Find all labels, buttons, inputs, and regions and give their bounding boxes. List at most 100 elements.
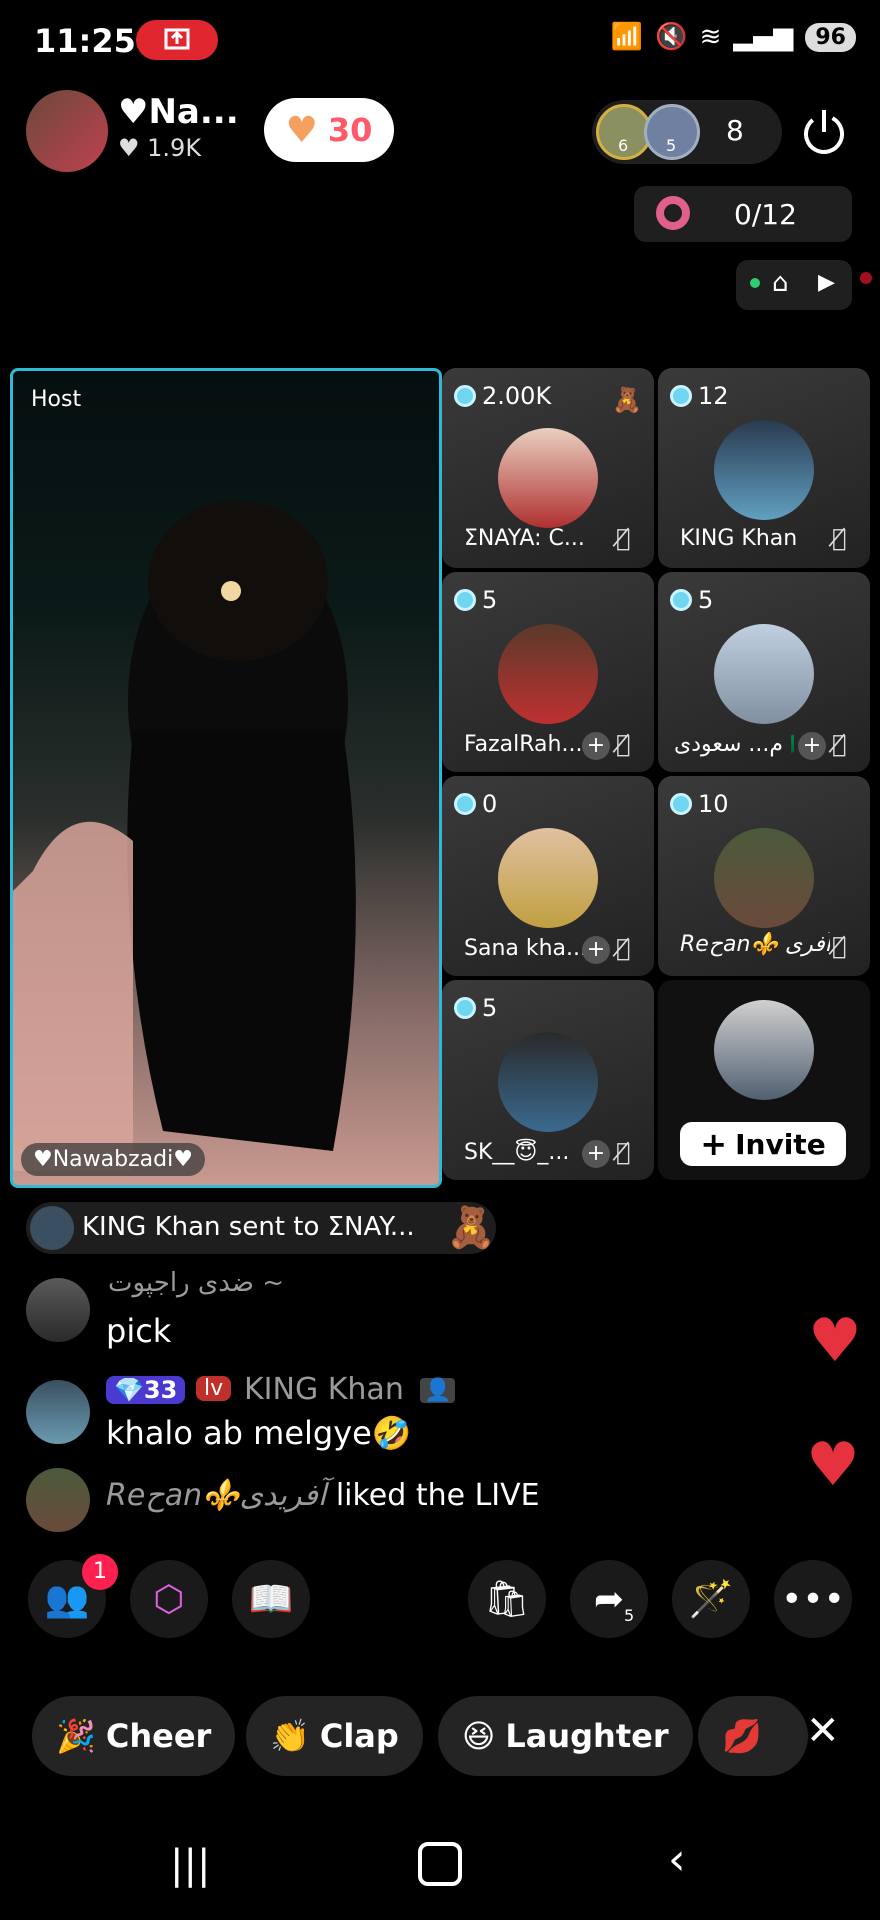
person-badge-icon: 👤 — [420, 1378, 456, 1403]
book-icon[interactable]: 📖 — [232, 1560, 310, 1638]
lips-icon: 💋 — [722, 1717, 762, 1755]
follow-button[interactable]: ♥ 30 — [264, 98, 394, 162]
host-avatar[interactable] — [26, 90, 108, 172]
donut-icon — [656, 196, 690, 230]
guest-coins: 5 — [482, 586, 498, 614]
magic-wand-icon[interactable]: 🪄 — [672, 1560, 750, 1638]
guest-avatar — [498, 624, 598, 724]
guest-tile[interactable]: 5 SK__😇_... + 🎙̸ — [442, 980, 654, 1180]
back-icon[interactable]: ‹ — [668, 1834, 686, 1885]
mic-muted-icon: 🎙̸ — [616, 1138, 631, 1166]
coin-icon — [454, 589, 476, 611]
host-video-image — [13, 501, 356, 1171]
gift-sender-avatar — [30, 1206, 74, 1250]
mic-muted-icon: 🎙̸ — [616, 730, 631, 758]
bear-sticker-icon: 🧸 — [612, 386, 642, 414]
add-icon[interactable]: + — [582, 732, 610, 760]
guest-name: SK__😇_... — [464, 1140, 570, 1165]
guest-avatar — [498, 828, 598, 928]
chat-avatar[interactable] — [26, 1278, 90, 1342]
chat-avatar[interactable] — [26, 1380, 90, 1444]
guest-coins: 0 — [482, 790, 498, 818]
add-icon[interactable]: + — [798, 732, 826, 760]
wifi-icon: ≋ — [699, 22, 722, 52]
shopping-bag-icon[interactable]: 🛍 — [468, 1560, 546, 1638]
guest-avatar — [498, 428, 598, 528]
heart-icon: ♥ — [285, 109, 318, 151]
laughter-button[interactable]: 😆 Laughter — [438, 1696, 693, 1776]
system-nav-bar: ||| ‹ — [0, 1820, 880, 1920]
coin-icon — [670, 385, 692, 407]
guest-coins: 5 — [698, 586, 714, 614]
level-badge: lv — [196, 1376, 232, 1401]
invite-avatar — [714, 1000, 814, 1100]
clap-icon: 👏 — [270, 1717, 310, 1755]
guest-name: م... سعودی 🇸🇦 — [674, 732, 794, 757]
signal-icon: ▂▄▆ — [733, 22, 794, 52]
kiss-button[interactable]: 💋 — [698, 1696, 808, 1776]
guest-tile[interactable]: 5 FazalRah... + 🎙̸ — [442, 572, 654, 772]
guest-coins: 5 — [482, 994, 498, 1022]
chat-username[interactable]: Reحan⚜️آفریدی — [106, 1478, 326, 1513]
floating-heart-icon: ♥ — [806, 1430, 860, 1500]
screen-record-icon — [136, 20, 218, 60]
guest-avatar — [714, 828, 814, 928]
chat-avatar[interactable] — [26, 1468, 90, 1532]
chat-message: khalo ab melgye🤣 — [106, 1414, 412, 1452]
play-icon: ▶ — [818, 270, 835, 295]
home-button-icon[interactable] — [418, 1842, 462, 1886]
coin-icon — [670, 589, 692, 611]
guest-name: Reحan⚜️ آفری... — [680, 932, 830, 957]
guest-avatar — [714, 624, 814, 724]
status-bar: 11:25 📶 🔇 ≋ ▂▄▆ 96 — [0, 0, 880, 80]
host-video-tile[interactable]: Host ♥Nawabzadi♥ — [10, 368, 442, 1188]
coin-icon — [454, 793, 476, 815]
floating-heart-icon: ♥ — [808, 1306, 862, 1376]
chat-message: pick — [106, 1312, 172, 1350]
host-name[interactable]: ♥Na... — [118, 92, 239, 132]
cheer-button[interactable]: 🎉 Cheer — [32, 1696, 236, 1776]
recent-apps-icon[interactable]: ||| — [170, 1842, 210, 1888]
add-icon[interactable]: + — [582, 1140, 610, 1168]
clap-button[interactable]: 👏 Clap — [246, 1696, 423, 1776]
guest-tile[interactable]: 5 م... سعودی 🇸🇦 + 🎙̸ — [658, 572, 870, 772]
close-icon[interactable]: ✕ — [806, 1708, 840, 1754]
guest-tile[interactable]: 10 Reحan⚜️ آفری... 🎙̸ — [658, 776, 870, 976]
guest-avatar — [714, 420, 814, 520]
cube-icon[interactable]: ⬡ — [130, 1560, 208, 1638]
guest-coins: 2.00K — [482, 382, 552, 410]
more-icon[interactable]: ••• — [774, 1560, 852, 1638]
goal-progress: 0/12 — [734, 198, 797, 231]
chat-username[interactable]: ضدی راجپوت ~ — [108, 1268, 284, 1298]
guest-avatar — [498, 1032, 598, 1132]
status-time: 11:25 — [34, 22, 136, 60]
add-icon[interactable]: + — [582, 936, 610, 964]
gift-notification-text: KING Khan sent to ΣNAY... — [82, 1212, 415, 1242]
home-icon: ⌂ — [772, 268, 789, 298]
share-icon[interactable]: ➦ — [570, 1560, 648, 1638]
room-controls[interactable]: ⌂ ▶ — [736, 260, 852, 310]
party-popper-icon: 🎉 — [56, 1717, 96, 1755]
notification-badge: 1 — [82, 1554, 118, 1590]
chat-liked-row: Reحan⚜️آفریدی liked the LIVE — [106, 1478, 540, 1513]
mute-icon: 🔇 — [655, 22, 688, 52]
guest-tile[interactable]: 0 Sana kha... + 🎙̸ — [442, 776, 654, 976]
invite-button[interactable]: + Invite — [680, 1122, 846, 1166]
coin-icon — [670, 793, 692, 815]
coin-icon — [454, 385, 476, 407]
mic-muted-icon: 🎙̸ — [616, 524, 631, 552]
viewer-count[interactable]: 8 — [726, 114, 744, 147]
guest-name: FazalRah... — [464, 732, 583, 757]
host-nameplate: ♥Nawabzadi♥ — [21, 1143, 205, 1176]
gift-bear-icon: 🧸 — [446, 1205, 496, 1251]
chat-username[interactable]: KING Khan — [244, 1372, 404, 1407]
power-icon[interactable] — [796, 104, 852, 160]
guest-tile[interactable]: 12 KING Khan 🎙̸ — [658, 368, 870, 568]
mic-muted-icon: 🎙̸ — [832, 524, 847, 552]
guest-name: Sana kha... — [464, 936, 588, 961]
mic-muted-icon: 🎙̸ — [616, 934, 631, 962]
battery-indicator: 96 — [805, 22, 856, 52]
live-dot-icon — [750, 278, 760, 288]
guest-tile[interactable]: 2.00K 🧸 ΣNAYA: C... 🎙̸ — [442, 368, 654, 568]
guest-name: KING Khan — [680, 526, 798, 551]
